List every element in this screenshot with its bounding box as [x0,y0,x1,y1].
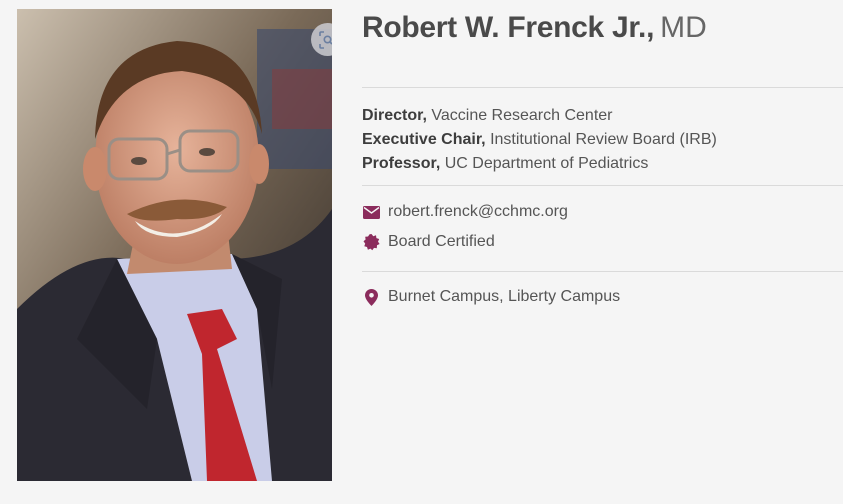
doctor-credentials: MD [660,11,707,44]
divider [362,87,843,88]
title-item: Executive Chair, Institutional Review Bo… [362,128,717,152]
title-role: Director, [362,107,427,124]
title-item: Director, Vaccine Research Center [362,104,717,128]
locations-link[interactable]: Burnet Campus, Liberty Campus [388,288,620,306]
zoom-scan-icon [318,30,332,49]
titles-list: Director, Vaccine Research Center Execut… [362,104,717,176]
title-org: UC Department of Pediatrics [444,155,649,172]
divider [362,271,843,272]
certificate-badge-icon [362,233,380,251]
title-role: Executive Chair, [362,131,486,148]
title-item: Professor, UC Department of Pediatrics [362,152,717,176]
doctor-portrait-image [17,9,332,481]
email-link[interactable]: robert.frenck@cchmc.org [388,203,568,221]
divider [362,185,843,186]
envelope-icon [362,203,380,221]
certification-label: Board Certified [388,233,495,250]
title-org: Vaccine Research Center [431,107,613,124]
map-pin-icon [362,288,380,306]
title-org: Institutional Review Board (IRB) [490,131,717,148]
email-row: robert.frenck@cchmc.org [362,203,568,221]
doctor-photo[interactable] [17,9,332,481]
certification-row: Board Certified [362,233,495,251]
location-row: Burnet Campus, Liberty Campus [362,288,620,306]
doctor-name: Robert W. Frenck Jr., [362,11,655,44]
title-role: Professor, [362,155,441,172]
doctor-heading: Robert W. Frenck Jr., MD [362,10,707,46]
